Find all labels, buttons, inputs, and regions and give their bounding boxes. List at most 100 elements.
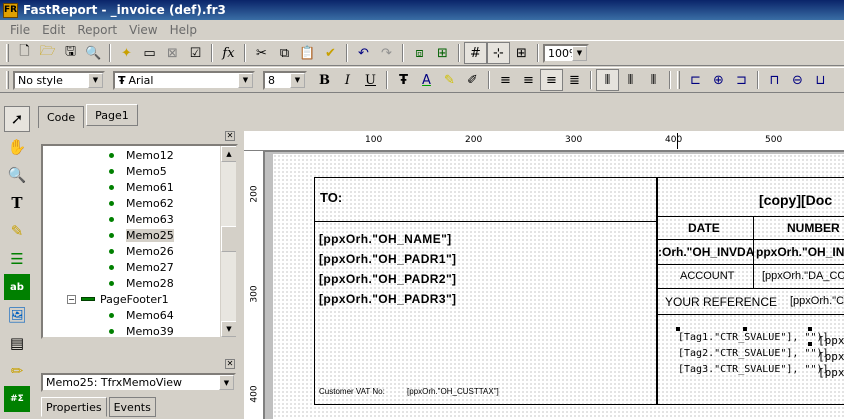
toolbar-grip[interactable] [6,71,9,89]
open-icon[interactable]: 🗁 [36,42,59,64]
font-size-select[interactable]: 8 ▼ [263,70,307,90]
selection-handle[interactable] [743,327,747,331]
select-tool-icon[interactable]: ➚ [4,106,30,132]
menu-view[interactable]: View [123,23,163,37]
style-select[interactable]: No style ▼ [13,70,105,90]
new-dialog-icon[interactable]: ▭ [138,42,161,64]
cut-icon[interactable]: ✂ [250,42,273,64]
tag-field-right[interactable]: [ppx [818,350,844,363]
paste-icon[interactable]: 📋 [296,42,319,64]
tree-memo-item[interactable]: Memo64 [43,307,236,323]
new-page-icon[interactable]: ✦ [115,42,138,64]
tag-field[interactable]: [Tag2."CTR_SVALUE"], "")] [678,348,829,359]
align-justify-icon[interactable]: ≣ [563,69,586,91]
chevron-down-icon[interactable]: ▼ [572,45,587,61]
number-value[interactable]: ppxOrh."OH_INV [756,245,844,259]
format-painter-icon[interactable]: ✔ [319,42,342,64]
delete-page-icon[interactable]: ⊠ [161,42,184,64]
format-copy-tool-icon[interactable]: ✎ [4,218,30,244]
toolbar-grip[interactable] [6,44,9,62]
band-tool-icon[interactable]: ☰ [4,246,30,272]
picture-object-icon[interactable]: 🖼 [4,302,30,328]
date-value[interactable]: :Orh."OH_INVDA [658,245,754,259]
undo-icon[interactable]: ↶ [352,42,375,64]
tree-memo-item[interactable]: Memo61 [43,179,236,195]
address-field[interactable]: [ppxOrh."OH_PADR2"] [319,272,456,286]
align-top-icon[interactable]: ⦀ [596,69,619,91]
to-label[interactable]: TO: [320,190,342,205]
address-field[interactable]: [ppxOrh."OH_PADR3"] [319,292,456,306]
selection-handle[interactable] [676,327,680,331]
doc-title[interactable]: [copy][Doc [759,192,832,208]
reference-label[interactable]: YOUR REFERENCE [665,295,777,309]
page-settings-icon[interactable]: ☑ [184,42,207,64]
subreport-object-icon[interactable]: ▤ [4,330,30,356]
vat-value[interactable]: [ppxOrh."OH_CUSTTAX"] [407,387,499,396]
copy-icon[interactable]: ⧉ [273,42,296,64]
tree-memo-item[interactable]: Memo63 [43,211,236,227]
zoom-tool-icon[interactable]: 🔍 [4,162,30,188]
underline-icon[interactable]: U [359,69,382,91]
tab-events[interactable]: Events [108,397,156,417]
line-tool-icon[interactable]: ✏ [4,358,30,384]
tree-memo-item[interactable]: Memo28 [43,275,236,291]
reference-value[interactable]: [ppxOrh."C [790,295,844,307]
bold-icon[interactable]: B [313,69,336,91]
show-grid-icon[interactable]: # [464,42,487,64]
menu-help[interactable]: Help [164,23,203,37]
align-lefts-icon[interactable]: ⊏ [684,69,707,91]
menu-file[interactable]: File [4,23,36,37]
chevron-down-icon[interactable]: ▼ [219,375,234,390]
close-icon[interactable]: ✕ [225,359,235,369]
report-page[interactable]: TO: [ppxOrh."OH_NAME"] [ppxOrh."OH_PADR1"… [273,154,844,419]
tree-memo-item[interactable]: Memo25 [43,227,236,243]
align-vcenters-icon[interactable]: ⊖ [786,69,809,91]
tag-field[interactable]: [Tag3."CTR_SVALUE"], "")] [678,364,829,375]
chevron-down-icon[interactable]: ▼ [88,72,103,88]
close-icon[interactable]: ✕ [225,131,235,141]
menu-report[interactable]: Report [71,23,123,37]
align-to-grid-icon[interactable]: ⊹ [487,42,510,64]
tree-scrollbar[interactable]: ▲ ▼ [220,146,236,337]
align-centers-icon[interactable]: ⊕ [707,69,730,91]
preview-icon[interactable]: 🔍 [82,42,105,64]
highlight-icon[interactable]: ✎ [438,69,461,91]
font-settings-icon[interactable]: Ŧ [392,69,415,91]
align-left-icon[interactable]: ≡ [494,69,517,91]
variables-icon[interactable]: fx [217,42,240,64]
align-tops-icon[interactable]: ⊓ [763,69,786,91]
scroll-down-icon[interactable]: ▼ [221,321,236,337]
object-select[interactable]: Memo25: TfrxMemoView ▼ [41,373,236,392]
selection-handle[interactable] [808,327,812,331]
text-tool-icon[interactable]: T [4,190,30,216]
address-field[interactable]: [ppxOrh."OH_PADR1"] [319,252,456,266]
ungroup-icon[interactable]: ⊞ [431,42,454,64]
tag-field-right[interactable]: [ppx [818,366,844,379]
zoom-select[interactable]: 100% ▼ [543,43,589,63]
scroll-up-icon[interactable]: ▲ [221,146,236,162]
tree-memo-item[interactable]: Memo39 [43,323,236,337]
vat-label[interactable]: Customer VAT No: [319,387,385,396]
account-value[interactable]: [ppxOrh."DA_CO [762,270,844,282]
system-text-icon[interactable]: #Σ [4,386,30,412]
account-label[interactable]: ACCOUNT [680,270,734,282]
tree-memo-item[interactable]: Memo62 [43,195,236,211]
tree-memo-item[interactable]: Memo12 [43,147,236,163]
redo-icon[interactable]: ↷ [375,42,398,64]
tab-code[interactable]: Code [38,106,85,128]
tree-memo-item[interactable]: Memo26 [43,243,236,259]
group-icon[interactable]: ⧈ [408,42,431,64]
tab-properties[interactable]: Properties [41,397,107,417]
number-header[interactable]: NUMBER [787,221,840,235]
hand-tool-icon[interactable]: ✋ [4,134,30,160]
align-center-icon[interactable]: ≡ [517,69,540,91]
tree-memo-item[interactable]: Memo5 [43,163,236,179]
align-middle-icon[interactable]: ⦀ [619,69,642,91]
highlight-rules-icon[interactable]: ✐ [461,69,484,91]
tree-band-item[interactable]: − PageFooter1 [43,291,236,307]
tab-page1[interactable]: Page1 [86,104,138,126]
new-report-icon[interactable]: 🗋 [13,42,36,64]
fit-to-grid-icon[interactable]: ⊞ [510,42,533,64]
memo-object-icon[interactable]: ab [4,274,30,300]
align-rights-icon[interactable]: ⊐ [730,69,753,91]
